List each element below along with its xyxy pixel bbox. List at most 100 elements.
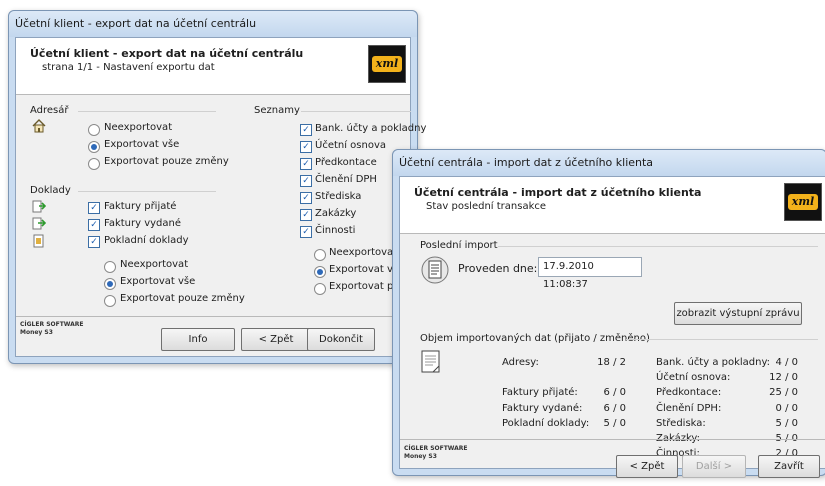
volume-left-label-0: Adresy: (502, 357, 539, 368)
doklady-radio-changes[interactable] (104, 295, 116, 307)
check-predkontace-label[interactable]: Předkontace (315, 157, 377, 168)
export-window-titlebar[interactable]: Účetní klient - export dat na účetní cen… (9, 11, 417, 37)
check-strediska[interactable]: ✓ (300, 192, 312, 204)
export-header: Účetní klient - export dat na účetní cen… (16, 38, 410, 95)
check-strediska-label[interactable]: Střediska (315, 191, 361, 202)
volume-left-label-2: Faktury vydané: (502, 403, 583, 414)
check-pokladni-doklady-label[interactable]: Pokladní doklady (104, 235, 189, 246)
volume-right-value-1: 12 / 0 (769, 372, 798, 383)
check-faktury-prijate[interactable]: ✓ (88, 202, 100, 214)
xml-logo-text: xml (372, 56, 402, 72)
doklady-radio-none-label[interactable]: Neexportovat (120, 259, 188, 270)
import-back-button[interactable]: < Zpět (616, 455, 678, 478)
volume-right-label-4: Střediska: (656, 418, 706, 429)
check-cinnosti[interactable]: ✓ (300, 226, 312, 238)
volume-left-value-2: 6 / 0 (603, 403, 626, 414)
invoice-received-icon (32, 200, 46, 213)
export-header-title: Účetní klient - export dat na účetní cen… (30, 47, 304, 60)
export-window-client: Účetní klient - export dat na účetní cen… (15, 37, 426, 357)
adresar-radio-none-label[interactable]: Neexportovat (104, 122, 172, 133)
volume-right-label-0: Bank. účty a pokladny: (656, 357, 771, 368)
check-zakazky[interactable]: ✓ (300, 209, 312, 221)
check-predkontace[interactable]: ✓ (300, 158, 312, 170)
import-header-subtitle: Stav poslední transakce (426, 201, 547, 212)
volume-right-value-4: 5 / 0 (775, 418, 798, 429)
import-header: Účetní centrála - import dat z účetního … (400, 177, 825, 234)
volume-group-label: Objem importovaných dat (přijato / změně… (420, 333, 650, 344)
adresar-radio-changes[interactable] (88, 158, 100, 170)
export-brand: CÍGLER SOFTWARE Money S3 (20, 321, 84, 337)
document-list-icon (421, 256, 449, 284)
volume-left-value-1: 6 / 0 (603, 387, 626, 398)
volume-right-label-2: Předkontace: (656, 387, 722, 398)
volume-right-label-1: Účetní osnova: (656, 372, 731, 383)
seznamy-radio-none-label[interactable]: Neexportovat (329, 247, 397, 258)
house-icon (32, 119, 46, 133)
export-brand-name: CÍGLER SOFTWARE (20, 321, 84, 328)
check-zakazky-label[interactable]: Zakázky (315, 208, 356, 219)
seznamy-group-label: Seznamy (254, 105, 300, 116)
doklady-radio-all[interactable] (104, 278, 116, 290)
import-brand-product: Money S3 (404, 453, 437, 460)
export-header-subtitle: strana 1/1 - Nastavení exportu dat (42, 62, 215, 73)
import-window: Účetní centrála - import dat z účetního … (392, 149, 825, 478)
adresar-radio-changes-label[interactable]: Exportovat pouze změny (104, 156, 229, 167)
volume-left-value-3: 5 / 0 (603, 418, 626, 429)
adresar-radio-all[interactable] (88, 141, 100, 153)
import-brand: CÍGLER SOFTWARE Money S3 (404, 445, 468, 461)
check-cleneni-dph[interactable]: ✓ (300, 175, 312, 187)
adresar-radio-none[interactable] (88, 124, 100, 136)
check-faktury-vydane[interactable]: ✓ (88, 219, 100, 231)
document-icon (421, 350, 440, 373)
volume-left-value-0: 18 / 2 (597, 357, 626, 368)
finish-button[interactable]: Dokončit (307, 328, 375, 351)
check-faktury-prijate-label[interactable]: Faktury přijaté (104, 201, 176, 212)
check-ucetni-osnova-label[interactable]: Účetní osnova (315, 140, 386, 151)
seznamy-radio-all[interactable] (314, 266, 326, 278)
check-cleneni-dph-label[interactable]: Členění DPH (315, 174, 377, 185)
seznamy-radio-none[interactable] (314, 249, 326, 261)
import-window-titlebar[interactable]: Účetní centrála - import dat z účetního … (393, 150, 825, 176)
check-ucetni-osnova[interactable]: ✓ (300, 141, 312, 153)
export-brand-product: Money S3 (20, 329, 53, 336)
import-footer-separator (400, 439, 825, 440)
adresar-radio-all-label[interactable]: Exportovat vše (104, 139, 179, 150)
adresar-group-line (78, 111, 216, 112)
doklady-group-label: Doklady (30, 185, 71, 196)
next-button: Další > (682, 455, 746, 478)
adresar-group-label: Adresář (30, 105, 69, 116)
invoice-issued-icon (32, 217, 46, 230)
last-import-group-line (498, 246, 818, 247)
doklady-radio-changes-label[interactable]: Exportovat pouze změny (120, 293, 245, 304)
volume-group-line (626, 339, 818, 340)
export-footer-separator (16, 316, 410, 317)
info-button[interactable]: Info (161, 328, 235, 351)
xml-logo-icon: xml (784, 183, 822, 221)
xml-logo-text: xml (788, 194, 818, 210)
check-faktury-vydane-label[interactable]: Faktury vydané (104, 218, 181, 229)
doklady-radio-none[interactable] (104, 261, 116, 273)
import-header-title: Účetní centrála - import dat z účetního … (414, 186, 702, 199)
xml-logo-icon: xml (368, 45, 406, 83)
cash-document-icon (33, 234, 44, 248)
seznamy-group-line (301, 111, 411, 112)
check-pokladni-doklady[interactable]: ✓ (88, 236, 100, 248)
last-import-group-label: Poslední import (420, 240, 498, 251)
doklady-radio-all-label[interactable]: Exportovat vše (120, 276, 195, 287)
check-bank-ucty-label[interactable]: Bank. účty a pokladny (315, 123, 426, 134)
check-cinnosti-label[interactable]: Činnosti (315, 225, 355, 236)
volume-left-label-1: Faktury přijaté: (502, 387, 578, 398)
export-window: Účetní klient - export dat na účetní cen… (8, 10, 426, 364)
volume-right-label-3: Členění DPH: (656, 403, 722, 414)
done-date-field: 17.9.2010 11:08:37 (538, 257, 642, 290)
doklady-group-line (78, 191, 216, 192)
show-report-button[interactable]: zobrazit výstupní zprávu (674, 302, 802, 325)
import-brand-name: CÍGLER SOFTWARE (404, 445, 468, 452)
export-back-button[interactable]: < Zpět (241, 328, 311, 351)
seznamy-radio-changes[interactable] (314, 283, 326, 295)
close-button[interactable]: Zavřít (758, 455, 820, 478)
volume-right-value-2: 25 / 0 (769, 387, 798, 398)
check-bank-ucty[interactable]: ✓ (300, 124, 312, 136)
import-window-client: Účetní centrála - import dat z účetního … (399, 176, 825, 478)
done-date-label: Proveden dne: (458, 262, 538, 275)
